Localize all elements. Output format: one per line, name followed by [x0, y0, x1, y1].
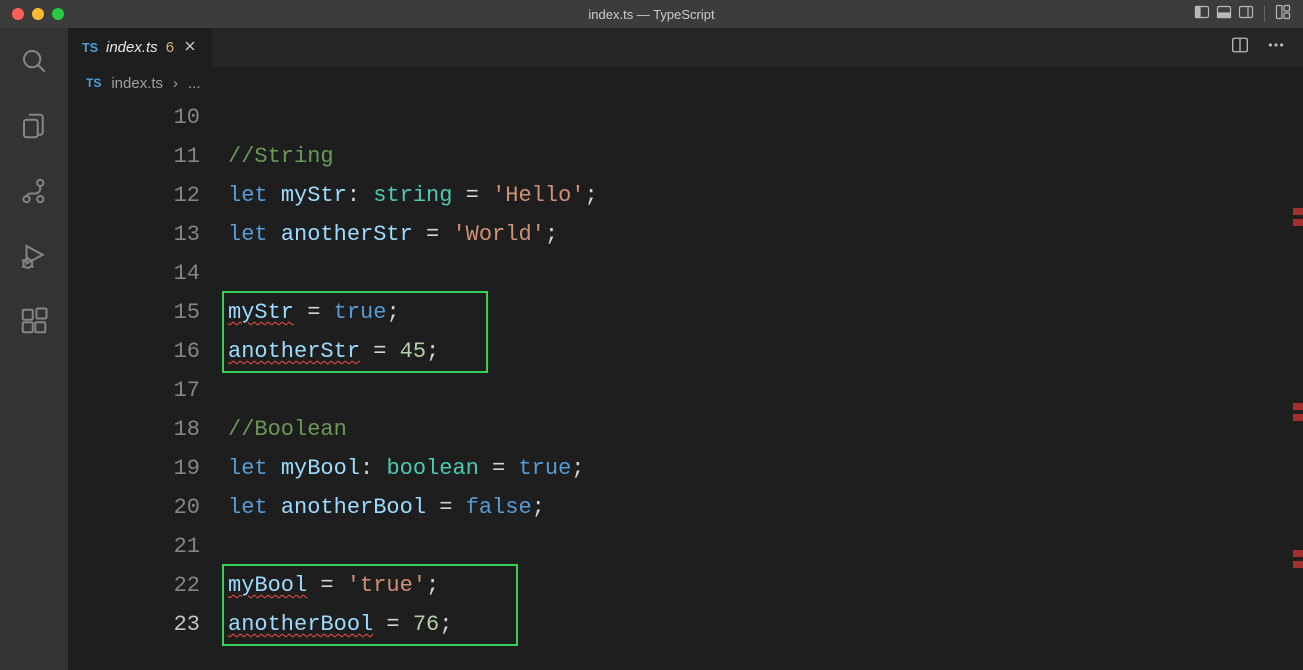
editor-tabs: TS index.ts 6 — [68, 28, 1303, 68]
close-tab-icon[interactable] — [182, 38, 198, 58]
explorer-icon[interactable] — [19, 111, 49, 146]
code-line: //String — [228, 137, 1283, 176]
overview-ruler — [1289, 98, 1303, 670]
window-controls — [0, 8, 64, 20]
editor-actions — [1231, 28, 1303, 67]
breadcrumb-rest: ... — [188, 75, 201, 92]
editor-group: TS index.ts 6 TS index.ts › ... — [68, 28, 1303, 670]
activity-bar — [0, 28, 68, 670]
tab-filename: index.ts — [106, 39, 158, 56]
error-marker[interactable] — [1293, 219, 1303, 226]
layout-controls — [1194, 4, 1291, 25]
source-control-icon[interactable] — [19, 176, 49, 211]
error-marker[interactable] — [1293, 561, 1303, 568]
line-number: 20 — [68, 488, 200, 527]
code-line: //Boolean — [228, 410, 1283, 449]
code-line — [228, 254, 1283, 293]
line-number: 15 — [68, 293, 200, 332]
error-marker[interactable] — [1293, 414, 1303, 421]
toggle-secondary-sidebar-button[interactable] — [1238, 4, 1254, 25]
code-line: let myStr: string = 'Hello'; — [228, 176, 1283, 215]
error-marker[interactable] — [1293, 208, 1303, 215]
breadcrumb-file: index.ts — [111, 75, 163, 92]
line-number: 23 — [68, 605, 200, 644]
line-number: 22 — [68, 566, 200, 605]
zoom-window-button[interactable] — [52, 8, 64, 20]
code-editor[interactable]: 10 11 12 13 14 15 16 17 18 19 20 21 22 2… — [68, 98, 1303, 670]
code-line: let anotherStr = 'World'; — [228, 215, 1283, 254]
error-marker[interactable] — [1293, 550, 1303, 557]
chevron-right-icon: › — [173, 75, 178, 92]
window-title: index.ts — TypeScript — [0, 7, 1303, 22]
toggle-panel-button[interactable] — [1216, 4, 1232, 25]
tab-index-ts[interactable]: TS index.ts 6 — [68, 28, 213, 67]
title-bar: index.ts — TypeScript — [0, 0, 1303, 28]
line-number: 19 — [68, 449, 200, 488]
lang-badge: TS — [86, 76, 101, 90]
line-number: 13 — [68, 215, 200, 254]
code-line: let myBool: boolean = true; — [228, 449, 1283, 488]
customize-layout-button[interactable] — [1275, 4, 1291, 25]
toggle-primary-sidebar-button[interactable] — [1194, 4, 1210, 25]
close-window-button[interactable] — [12, 8, 24, 20]
code-line: anotherStr = 45; — [228, 332, 1283, 371]
line-number: 14 — [68, 254, 200, 293]
line-number: 16 — [68, 332, 200, 371]
code-line — [228, 371, 1283, 410]
code-line: let anotherBool = false; — [228, 488, 1283, 527]
code-line — [228, 527, 1283, 566]
tab-problem-count: 6 — [166, 39, 174, 56]
more-actions-icon[interactable] — [1267, 36, 1285, 59]
lang-badge: TS — [82, 41, 98, 55]
line-gutter: 10 11 12 13 14 15 16 17 18 19 20 21 22 2… — [68, 98, 228, 670]
code-line: myBool = 'true'; — [228, 566, 1283, 605]
code-content[interactable]: //String let myStr: string = 'Hello'; le… — [228, 98, 1303, 670]
line-number: 21 — [68, 527, 200, 566]
split-editor-icon[interactable] — [1231, 36, 1249, 59]
layout-separator — [1264, 6, 1265, 22]
extensions-icon[interactable] — [19, 306, 49, 341]
line-number: 12 — [68, 176, 200, 215]
line-number: 11 — [68, 137, 200, 176]
minimize-window-button[interactable] — [32, 8, 44, 20]
line-number: 17 — [68, 371, 200, 410]
line-number: 18 — [68, 410, 200, 449]
run-debug-icon[interactable] — [19, 241, 49, 276]
code-line — [228, 98, 1283, 137]
code-line: anotherBool = 76; — [228, 605, 1283, 644]
search-icon[interactable] — [19, 46, 49, 81]
breadcrumb[interactable]: TS index.ts › ... — [68, 68, 1303, 98]
error-marker[interactable] — [1293, 403, 1303, 410]
code-line: myStr = true; — [228, 293, 1283, 332]
line-number: 10 — [68, 98, 200, 137]
